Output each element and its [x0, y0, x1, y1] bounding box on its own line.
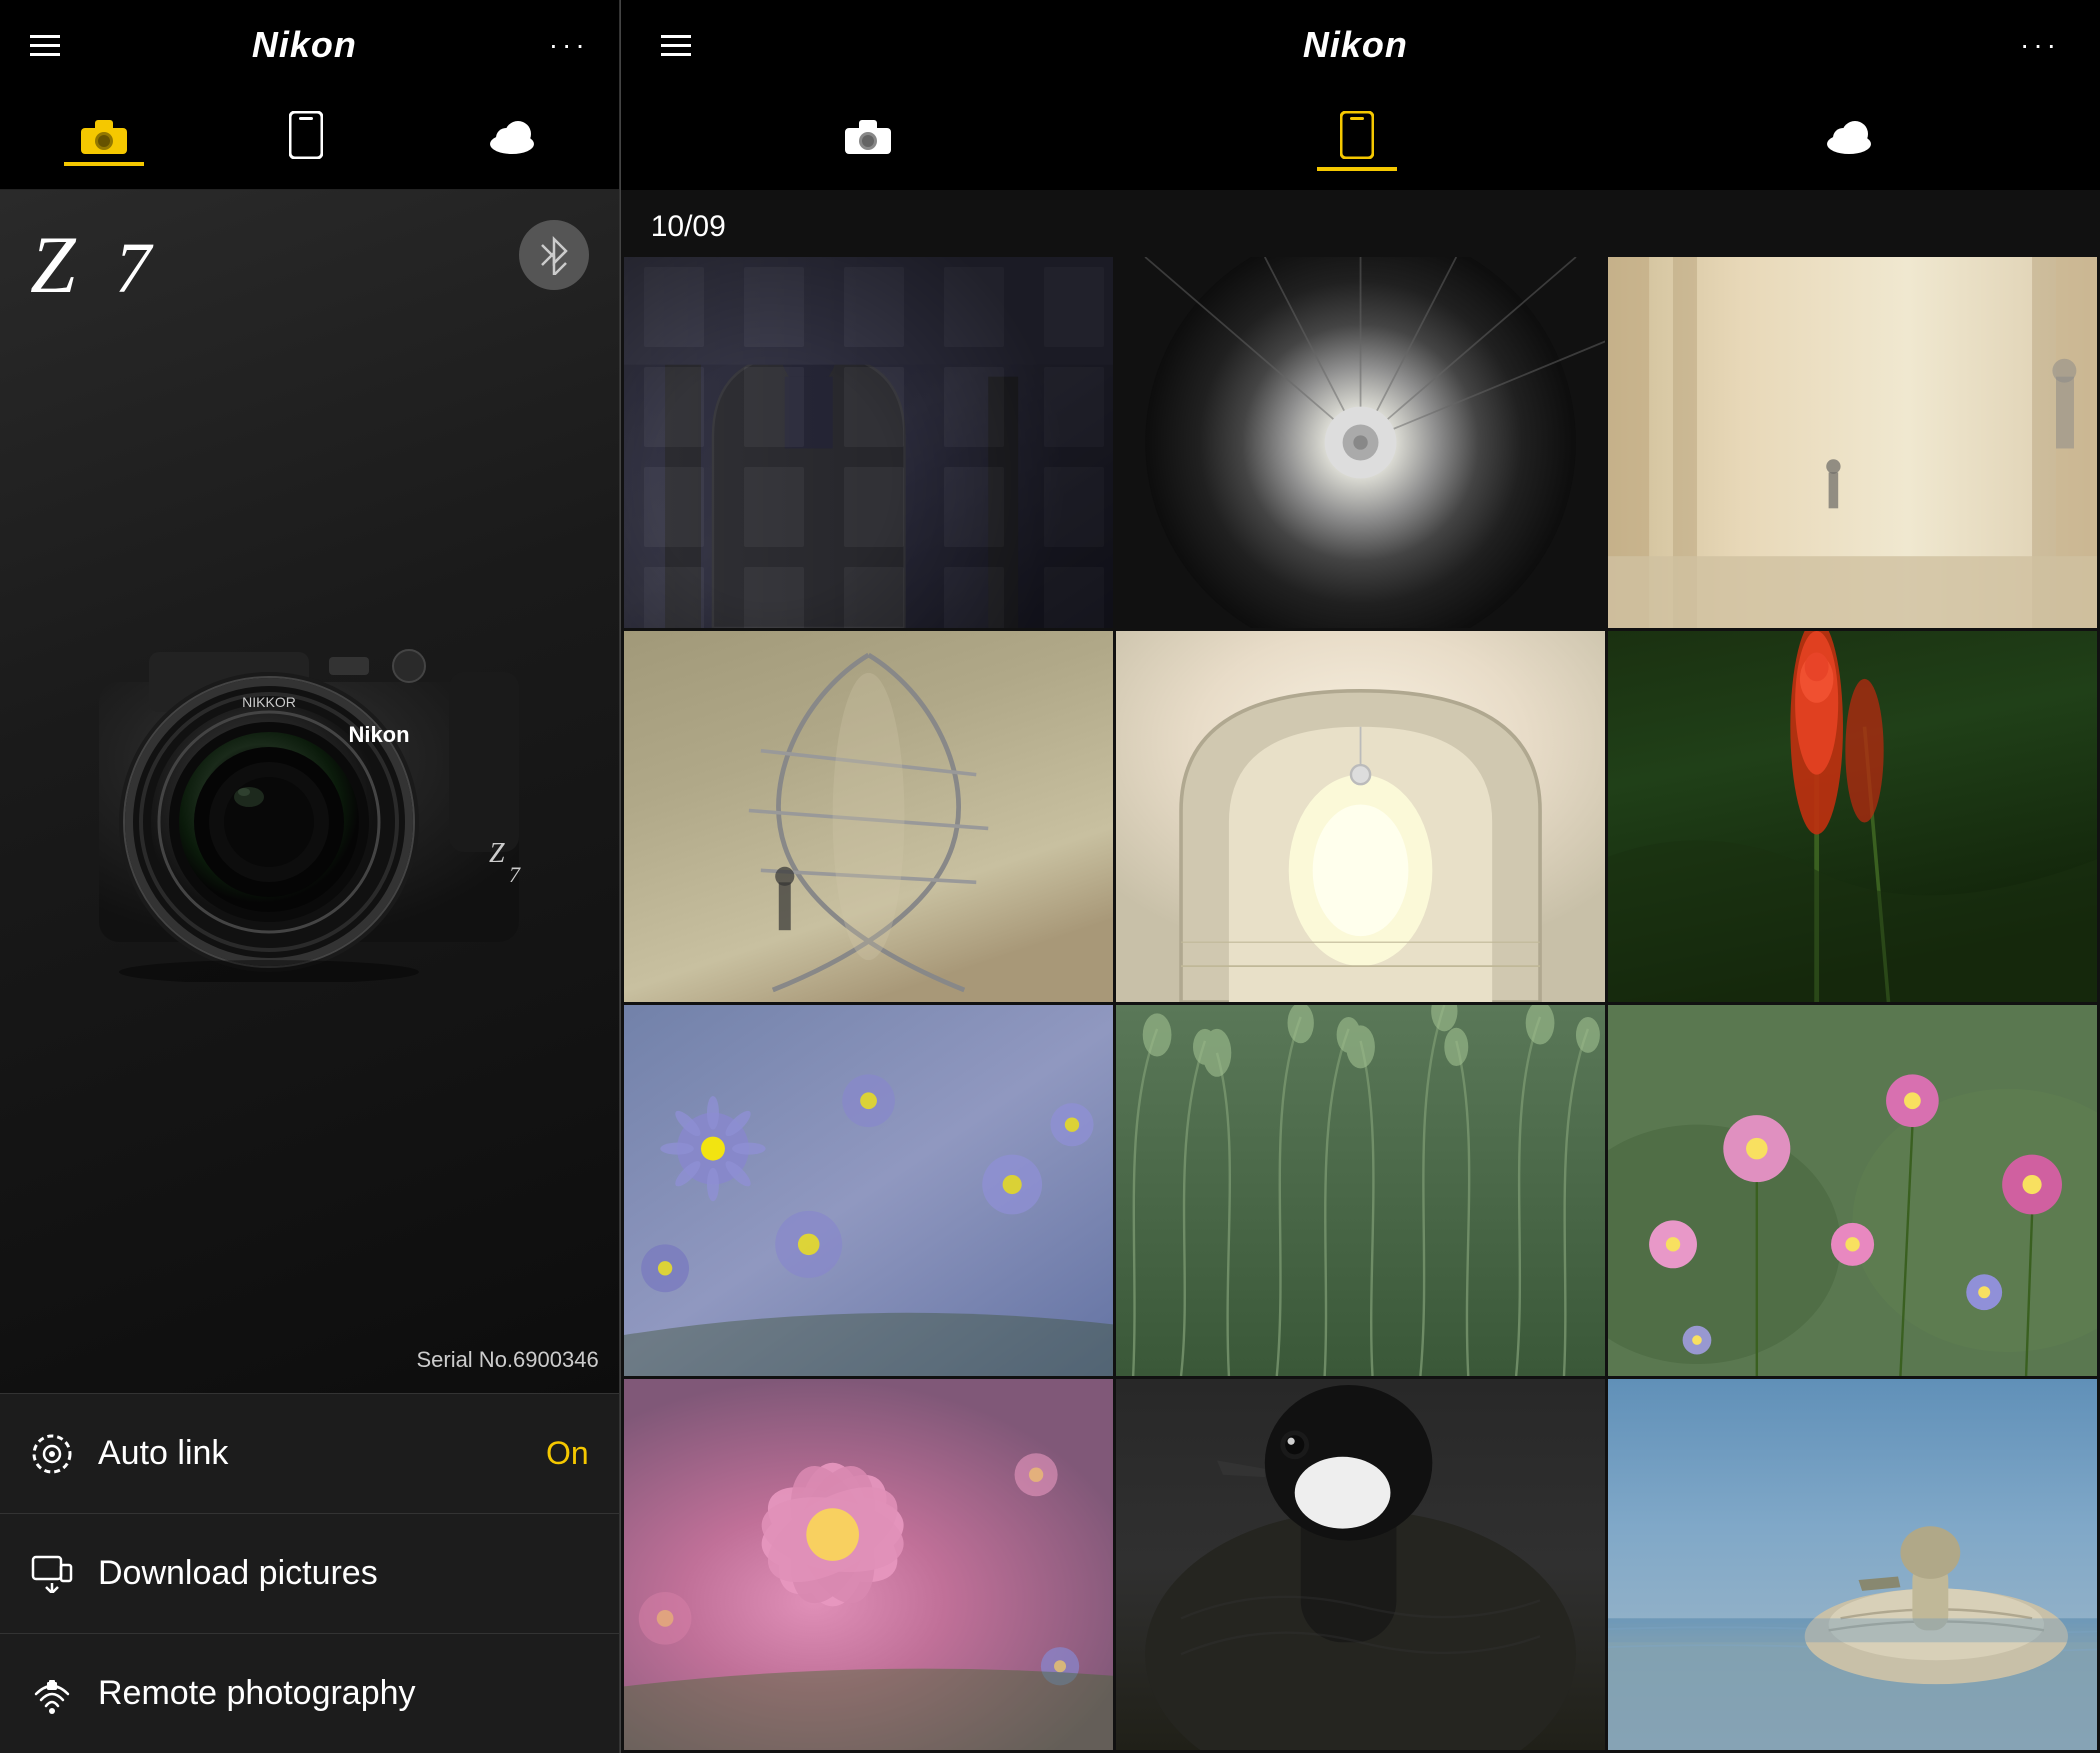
- download-pictures-item[interactable]: Download pictures: [0, 1513, 619, 1633]
- auto-link-item[interactable]: Auto link On: [0, 1393, 619, 1513]
- camera-image: Nikon NIKKOR Z 7: [0, 190, 619, 1393]
- auto-link-icon: [30, 1433, 74, 1475]
- photo-9[interactable]: [1608, 1005, 2097, 1376]
- bluetooth-button[interactable]: [519, 220, 589, 290]
- photo-8[interactable]: [1116, 1005, 1605, 1376]
- svg-text:Z: Z: [489, 838, 505, 869]
- right-tab-phone[interactable]: [1340, 111, 1374, 169]
- right-hamburger-menu-button[interactable]: [661, 35, 691, 56]
- left-tab-cloud[interactable]: [486, 116, 538, 164]
- photo-6[interactable]: [1608, 631, 2097, 1002]
- svg-text:7: 7: [115, 228, 154, 300]
- serial-number: Serial No.6900346: [416, 1347, 598, 1373]
- photo-1[interactable]: [624, 257, 1113, 628]
- camera-hero: Z 7: [0, 190, 619, 1393]
- photo-3[interactable]: [1608, 257, 2097, 628]
- left-tab-bar: [0, 90, 619, 190]
- left-panel: Nikon ···: [0, 0, 620, 1753]
- svg-text:Z: Z: [30, 220, 77, 300]
- photo-11[interactable]: [1116, 1379, 1605, 1750]
- photo-10[interactable]: [624, 1379, 1113, 1750]
- right-more-button[interactable]: ···: [2020, 29, 2060, 61]
- photo-grid: [621, 254, 2100, 1753]
- photo-2[interactable]: [1116, 257, 1605, 628]
- hamburger-menu-button[interactable]: [30, 35, 60, 56]
- camera-model: Z 7: [30, 220, 160, 318]
- auto-link-label: Auto link: [98, 1434, 546, 1473]
- left-header: Nikon ···: [0, 0, 619, 90]
- auto-link-value: On: [546, 1435, 589, 1472]
- download-pictures-label: Download pictures: [98, 1554, 589, 1593]
- remote-icon: [30, 1674, 74, 1714]
- right-tab-bar: [621, 90, 2100, 190]
- right-header: Nikon ···: [621, 0, 2100, 90]
- date-label: 10/09: [621, 190, 2100, 254]
- left-more-button[interactable]: ···: [549, 29, 589, 61]
- menu-section: Auto link On Download pictures: [0, 1393, 619, 1753]
- left-app-title: Nikon: [252, 24, 357, 66]
- left-tab-phone[interactable]: [289, 111, 323, 169]
- remote-photography-item[interactable]: Remote photography: [0, 1633, 619, 1753]
- right-tab-camera[interactable]: [845, 116, 891, 164]
- svg-text:Nikon: Nikon: [349, 722, 410, 747]
- right-tab-cloud[interactable]: [1823, 116, 1875, 164]
- remote-photography-label: Remote photography: [98, 1674, 589, 1713]
- left-tab-camera[interactable]: [81, 116, 127, 164]
- photo-5[interactable]: [1116, 631, 1605, 1002]
- right-app-title: Nikon: [1303, 24, 1408, 66]
- photo-12[interactable]: [1608, 1379, 2097, 1750]
- svg-text:7: 7: [509, 862, 521, 887]
- photo-7[interactable]: [624, 1005, 1113, 1376]
- right-panel: Nikon ···: [621, 0, 2100, 1753]
- download-icon: [30, 1555, 74, 1593]
- svg-text:NIKKOR: NIKKOR: [243, 694, 297, 710]
- photo-4[interactable]: [624, 631, 1113, 1002]
